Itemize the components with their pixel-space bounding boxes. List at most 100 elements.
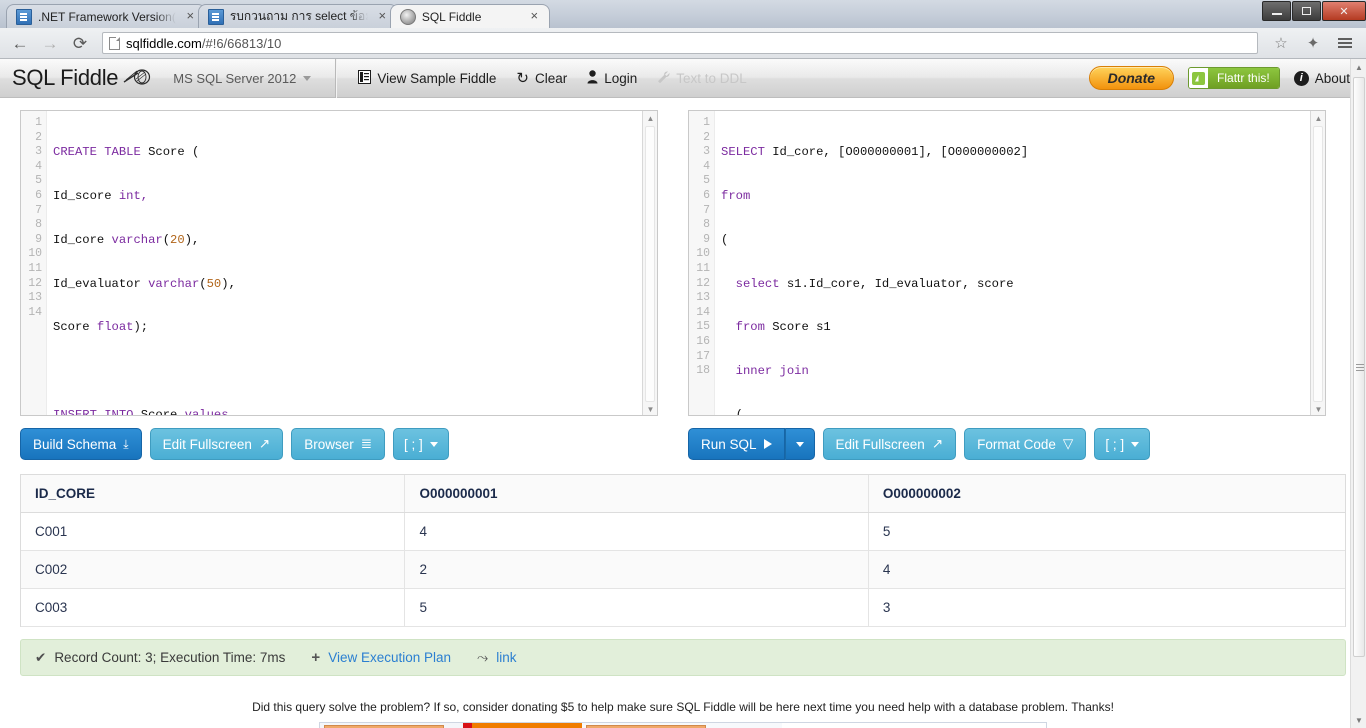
- cell-o000000002: 4: [868, 551, 1345, 589]
- menu-item-label: Login: [604, 71, 637, 86]
- ad-color-strip: [463, 723, 472, 728]
- line-number: 14: [21, 306, 46, 321]
- tabstrip-empty-area: [542, 0, 1366, 28]
- forward-icon[interactable]: →: [38, 31, 62, 55]
- line-number: 18: [689, 364, 714, 379]
- tab-close-icon[interactable]: ×: [184, 10, 197, 23]
- share-link-group[interactable]: ⤳ link: [477, 649, 516, 666]
- back-icon[interactable]: ←: [8, 31, 32, 55]
- browser-label: Browser: [304, 437, 354, 452]
- schema-editor[interactable]: 1 2 3 4 5 6 7 8 9 10 11 12 13 14: [20, 110, 658, 416]
- scroll-down-icon[interactable]: ▼: [1311, 402, 1326, 416]
- scroll-up-icon[interactable]: ▲: [643, 111, 658, 126]
- scroll-up-icon[interactable]: ▲: [1311, 111, 1326, 126]
- column-header-o000000001[interactable]: O000000001: [405, 475, 868, 513]
- code-line: [53, 364, 657, 379]
- column-header-o000000002[interactable]: O000000002: [868, 475, 1345, 513]
- hamburger-menu-icon[interactable]: [1332, 31, 1358, 55]
- schema-edit-fullscreen-button[interactable]: Edit Fullscreen ↗: [150, 428, 284, 460]
- about-button[interactable]: i About: [1294, 71, 1350, 86]
- schema-line-numbers: 1 2 3 4 5 6 7 8 9 10 11 12 13 14: [21, 111, 47, 415]
- share-link[interactable]: link: [496, 650, 516, 665]
- ie-document-icon: [16, 9, 32, 25]
- database-selector[interactable]: MS SQL Server 2012: [173, 71, 325, 86]
- table-row: C003 5 3: [21, 589, 1345, 627]
- line-number: 5: [689, 174, 714, 189]
- tab-close-icon[interactable]: ×: [528, 10, 541, 23]
- status-summary: Record Count: 3; Execution Time: 7ms: [54, 650, 285, 665]
- query-button-row: Run SQL Edit Fullscreen ↗ Format Code ▽: [688, 416, 1326, 460]
- maximize-button[interactable]: [1292, 1, 1321, 21]
- format-code-button[interactable]: Format Code ▽: [964, 428, 1086, 460]
- schema-button-row: Build Schema ⤓ Edit Fullscreen ↗ Browser…: [20, 416, 658, 460]
- app-header: SQL Fiddle MS SQL Server 2012: [0, 59, 1366, 98]
- line-number: 13: [21, 291, 46, 306]
- menu-item-view-sample-fiddle[interactable]: View Sample Fiddle: [358, 70, 496, 87]
- code-line: INSERT INTO Score values: [53, 408, 657, 415]
- line-number: 16: [689, 335, 714, 350]
- scroll-down-icon[interactable]: ▼: [1351, 712, 1366, 728]
- line-number: 3: [689, 145, 714, 160]
- line-number: 10: [21, 247, 46, 262]
- address-bar[interactable]: sqlfiddle.com/#!6/66813/10: [102, 32, 1258, 54]
- menu-item-login[interactable]: Login: [587, 70, 637, 87]
- query-editor[interactable]: 1 2 3 4 5 6 7 8 9 10 11 12 13 14: [688, 110, 1326, 416]
- download-icon: ⤓: [123, 437, 128, 452]
- run-sql-dropdown-button[interactable]: [785, 428, 815, 460]
- line-number: 14: [689, 306, 714, 321]
- code-line: CREATE TABLE Score (: [53, 145, 657, 160]
- browser-tab-3[interactable]: SQL Fiddle ×: [390, 4, 550, 28]
- reload-icon[interactable]: ⟳: [68, 31, 92, 55]
- scrollbar-thumb[interactable]: [1353, 77, 1365, 657]
- header-divider: [335, 59, 336, 98]
- menu-item-text-to-ddl[interactable]: Text to DDL: [657, 70, 747, 87]
- schema-separator-button[interactable]: [ ; ]: [393, 428, 449, 460]
- close-window-button[interactable]: ✕: [1322, 1, 1366, 21]
- table-row: C001 4 5: [21, 513, 1345, 551]
- run-sql-button[interactable]: Run SQL: [688, 428, 785, 460]
- browser-tab-1[interactable]: .NET Framework Version( ×: [6, 4, 206, 28]
- code-line: (: [721, 408, 1325, 415]
- chevron-down-icon: [796, 442, 804, 447]
- view-execution-plan-group[interactable]: + View Execution Plan: [311, 649, 451, 666]
- tab-close-icon[interactable]: ×: [376, 10, 389, 23]
- line-number: 6: [21, 189, 46, 204]
- scroll-track[interactable]: [1313, 126, 1323, 402]
- plus-icon: +: [311, 649, 320, 666]
- schema-code[interactable]: CREATE TABLE Score ( Id_score int, Id_co…: [47, 111, 657, 415]
- query-separator-button[interactable]: [ ; ]: [1094, 428, 1150, 460]
- scroll-down-icon[interactable]: ▼: [643, 402, 658, 416]
- minimize-button[interactable]: [1262, 1, 1291, 21]
- view-execution-plan-link[interactable]: View Execution Plan: [328, 650, 451, 665]
- browser-button[interactable]: Browser ≣: [291, 428, 385, 460]
- app-brand[interactable]: SQL Fiddle: [0, 65, 151, 91]
- query-editor-scrollbar[interactable]: ▲ ▼: [1310, 111, 1325, 416]
- scroll-up-icon[interactable]: ▲: [1351, 59, 1366, 75]
- page-scrollbar[interactable]: ▲ ▼: [1350, 59, 1366, 728]
- code-line: Id_score int,: [53, 189, 657, 204]
- chevron-down-icon: [303, 76, 311, 81]
- extension-icon[interactable]: ✦: [1300, 31, 1326, 55]
- filter-icon: ▽: [1063, 436, 1073, 452]
- format-code-label: Format Code: [977, 437, 1056, 452]
- build-schema-button[interactable]: Build Schema ⤓: [20, 428, 142, 460]
- schema-editor-scrollbar[interactable]: ▲ ▼: [642, 111, 657, 416]
- query-code[interactable]: SELECT Id_core, [O000000001], [O00000000…: [715, 111, 1325, 415]
- page-content: SQL Fiddle MS SQL Server 2012: [0, 59, 1366, 728]
- flattr-button[interactable]: Flattr this!: [1188, 67, 1280, 89]
- menu-item-clear[interactable]: ↻ Clear: [516, 69, 567, 87]
- line-number: 1: [689, 116, 714, 131]
- column-header-id-core[interactable]: ID_CORE: [21, 475, 405, 513]
- browser-tab-2[interactable]: รบกวนถาม การ select ข้อมูล ×: [198, 4, 398, 28]
- scroll-track[interactable]: [645, 126, 655, 402]
- line-number: 13: [689, 291, 714, 306]
- line-number: 9: [21, 233, 46, 248]
- code-line: from: [721, 189, 1325, 204]
- line-number: 12: [689, 277, 714, 292]
- tab-title: SQL Fiddle: [422, 10, 520, 24]
- query-edit-fullscreen-button[interactable]: Edit Fullscreen ↗: [823, 428, 957, 460]
- ad-banner[interactable]: 10:39 AM LONDON(SQL01: Update Resource) …: [319, 722, 1047, 728]
- donate-button[interactable]: Donate: [1089, 66, 1174, 90]
- line-number: 9: [689, 233, 714, 248]
- star-icon[interactable]: ☆: [1268, 31, 1294, 55]
